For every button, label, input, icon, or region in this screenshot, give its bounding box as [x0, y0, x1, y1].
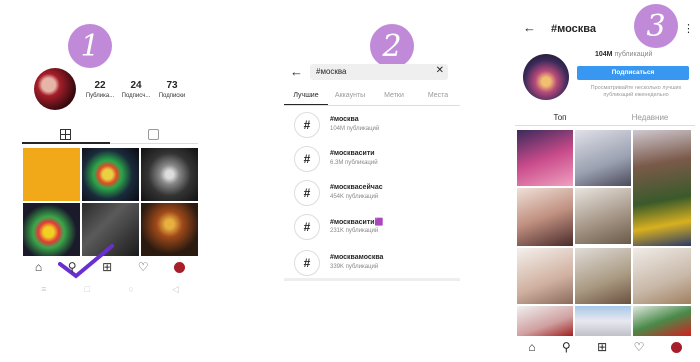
post-tile[interactable]: [141, 203, 198, 256]
back-arrow-icon[interactable]: ←: [523, 20, 536, 35]
tab-recent[interactable]: Недавние: [605, 110, 695, 125]
tab-top[interactable]: Лучшие: [284, 88, 328, 105]
result-count: 454K публикаций: [330, 194, 379, 200]
post-tile[interactable]: [517, 248, 573, 304]
stat-following-count: 73: [166, 80, 178, 91]
hashtag-avatar: [523, 54, 569, 100]
search-icon[interactable]: ⚲: [562, 340, 571, 354]
result-tag: #москвасити: [330, 150, 375, 157]
system-nav: ≡ □ ○ ◁: [22, 282, 198, 296]
profile-avatar-nav[interactable]: [670, 341, 682, 353]
system-menu-icon[interactable]: ≡: [41, 284, 46, 294]
back-arrow-icon[interactable]: ←: [290, 64, 303, 79]
profile-avatar-nav[interactable]: [174, 261, 186, 273]
posts-count-num: 104M: [595, 51, 613, 58]
heart-icon[interactable]: ♡: [138, 260, 149, 274]
home-icon[interactable]: ⌂: [528, 340, 535, 354]
post-tile[interactable]: [575, 188, 631, 244]
search-screen: ← #москва ✕ Лучшие Аккаунты Метки Места …: [284, 0, 460, 362]
grid-icon[interactable]: [60, 129, 71, 140]
search-tabs: Лучшие Аккаунты Метки Места: [284, 88, 460, 106]
post-tile[interactable]: [82, 148, 139, 201]
result-count: 104M публикаций: [330, 126, 380, 132]
result-count: 339K публикаций: [330, 264, 379, 270]
more-options-icon[interactable]: ⋮: [683, 22, 694, 35]
result-tag: #москвасити🟪: [330, 219, 384, 226]
tab-places[interactable]: Места: [416, 88, 460, 105]
list-item[interactable]: # #москвасейчас 454K публикаций: [294, 180, 454, 210]
hashtag-icon: #: [294, 146, 320, 172]
tab-top[interactable]: Топ: [515, 110, 605, 125]
post-tile[interactable]: [575, 306, 631, 336]
add-post-icon[interactable]: ⊞: [597, 340, 607, 354]
bottom-nav: ⌂ ⚲ ⊞ ♡: [515, 338, 695, 356]
hashtag-tabs: Топ Недавние: [515, 110, 695, 126]
profile-avatar[interactable]: [34, 68, 76, 110]
add-post-icon[interactable]: ⊞: [102, 260, 112, 274]
post-tile[interactable]: [141, 148, 198, 201]
post-tile[interactable]: [517, 306, 573, 336]
result-count: 231K публикаций: [330, 228, 379, 234]
system-back-icon[interactable]: ◁: [172, 284, 179, 295]
divider: [284, 278, 460, 281]
tagged-icon[interactable]: [148, 129, 159, 140]
result-count: 6.3M публикаций: [330, 160, 378, 166]
hashtag-icon: #: [294, 180, 320, 206]
active-tab-indicator: [22, 142, 110, 144]
system-recent-icon[interactable]: □: [85, 284, 90, 294]
posts-count: 104M публикаций: [595, 51, 652, 58]
post-tile[interactable]: [633, 248, 691, 304]
post-tile[interactable]: [517, 130, 573, 186]
hashtag-icon: #: [294, 214, 320, 240]
hashtag-icon: #: [294, 250, 320, 276]
result-tag: #москвамосква: [330, 254, 384, 261]
list-item[interactable]: # #москвамосква 339K публикаций: [294, 250, 454, 280]
post-tile[interactable]: [575, 130, 631, 186]
clear-icon[interactable]: ✕: [436, 65, 444, 76]
tab-accounts[interactable]: Аккаунты: [328, 88, 372, 105]
post-tile[interactable]: [23, 148, 80, 201]
page-title: #москва: [551, 23, 597, 35]
result-tag: #москвасейчас: [330, 184, 383, 191]
hashtag-icon: #: [294, 112, 320, 138]
list-item[interactable]: # #москвасити 6.3M публикаций: [294, 146, 454, 176]
search-icon[interactable]: ⚲: [68, 260, 77, 274]
heart-icon[interactable]: ♡: [634, 340, 645, 354]
search-input[interactable]: #москва ✕: [310, 64, 448, 80]
result-tag: #москва: [330, 116, 359, 123]
stat-following-label: Подписки: [158, 93, 186, 99]
follow-button[interactable]: Подписаться: [577, 66, 689, 80]
hashtag-screen: ← #москва ⋮ 104M публикаций Подписаться …: [515, 0, 695, 362]
tab-tags[interactable]: Метки: [372, 88, 416, 105]
post-tile[interactable]: [633, 130, 691, 246]
search-query: #москва: [316, 67, 347, 76]
post-tile[interactable]: [517, 188, 573, 246]
bottom-nav: ⌂ ⚲ ⊞ ♡: [22, 258, 198, 276]
list-item[interactable]: # #москвасити🟪 231K публикаций: [294, 214, 454, 244]
search-row: ← #москва ✕: [284, 62, 460, 82]
profile-screen: 22 Публика... 24 Подписч... 73 Подписки …: [22, 0, 202, 362]
stat-following[interactable]: 73 Подписки: [150, 80, 194, 99]
home-icon[interactable]: ⌂: [35, 260, 42, 274]
posts-count-label: публикаций: [614, 51, 653, 58]
system-home-icon[interactable]: ○: [128, 284, 133, 294]
post-tile[interactable]: [575, 248, 631, 304]
post-tile[interactable]: [633, 306, 691, 336]
follow-note: Просматривайте несколько лучших публикац…: [590, 85, 682, 99]
list-item[interactable]: # #москва 104M публикаций: [294, 112, 454, 142]
profile-tabs: [22, 126, 198, 144]
